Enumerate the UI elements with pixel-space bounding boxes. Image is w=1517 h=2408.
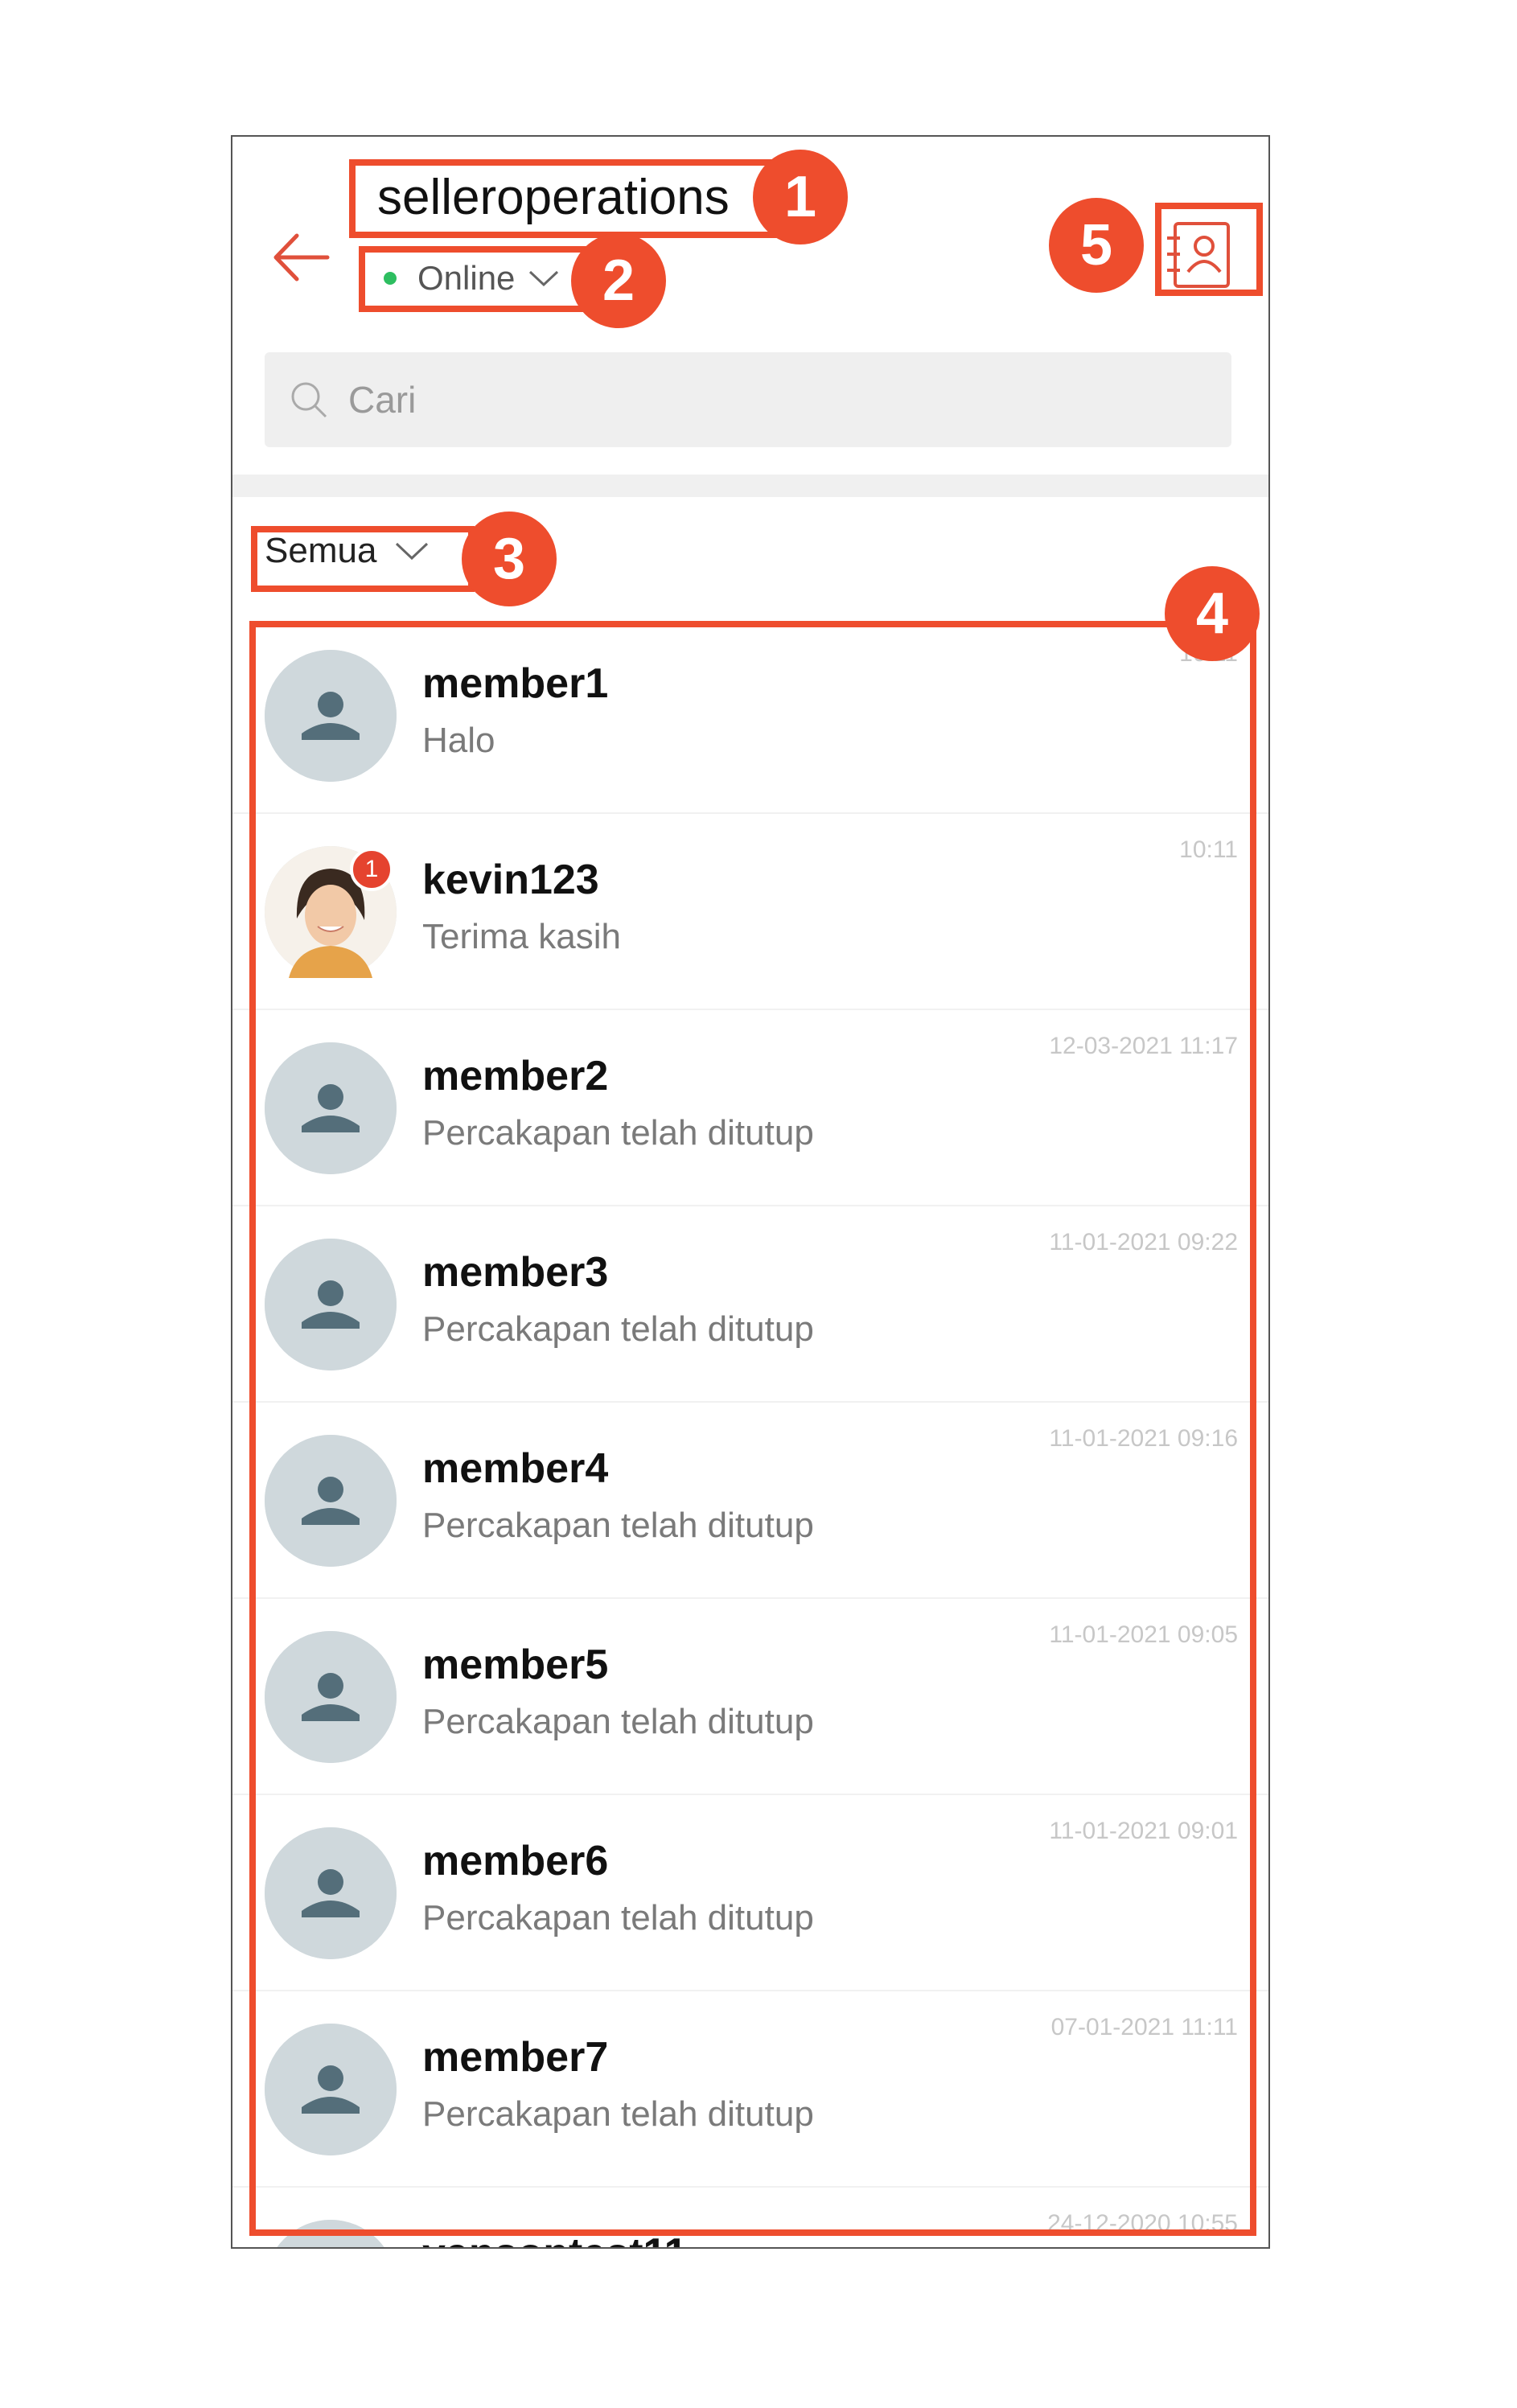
search-placeholder: Cari xyxy=(348,379,417,421)
annotation-badge-3: 3 xyxy=(462,512,557,606)
annotation-box-chat-list xyxy=(249,621,1256,2236)
annotation-badge-4: 4 xyxy=(1165,566,1260,661)
annotation-box-contacts xyxy=(1155,203,1263,296)
search-icon xyxy=(291,382,327,418)
annotation-badge-5: 5 xyxy=(1049,198,1144,293)
annotation-badge-1: 1 xyxy=(753,150,848,244)
search-input[interactable]: Cari xyxy=(265,352,1231,447)
section-divider xyxy=(232,475,1268,497)
annotation-badge-2: 2 xyxy=(571,233,666,328)
back-arrow-icon[interactable] xyxy=(265,221,337,294)
annotation-box-filter xyxy=(251,526,475,592)
annotation-box-title xyxy=(349,159,780,238)
